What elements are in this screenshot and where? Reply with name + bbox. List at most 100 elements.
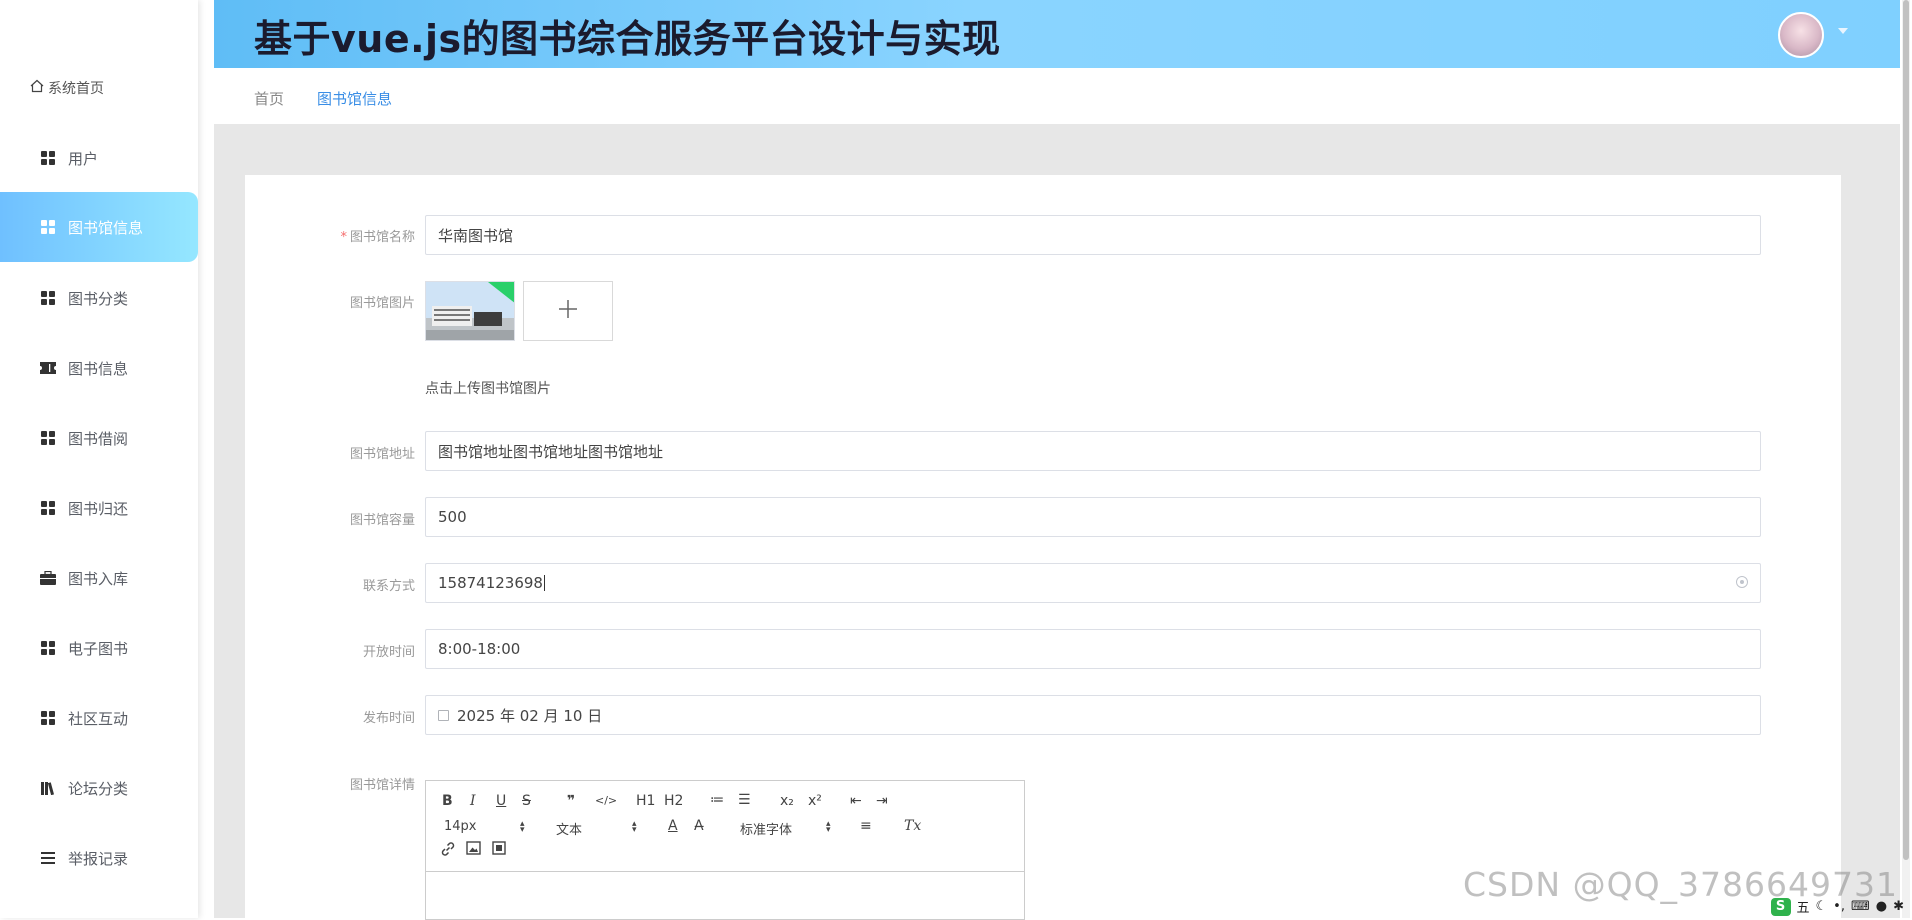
list-icon xyxy=(40,850,56,866)
ime-logo-icon: S xyxy=(1770,897,1791,916)
clear-icon[interactable] xyxy=(1736,576,1748,588)
sidebar-item-book-return[interactable]: 图书归还 xyxy=(0,473,198,543)
ordered-list-button[interactable]: ≔ xyxy=(710,792,724,808)
outdent-button[interactable]: ⇤ xyxy=(850,793,862,809)
breadcrumb-home[interactable]: 首页 xyxy=(254,88,284,109)
format-picker[interactable]: 文本 xyxy=(556,819,582,838)
sidebar-item-library-info[interactable]: 图书馆信息 xyxy=(0,192,198,262)
code-block-button[interactable]: </> xyxy=(595,794,617,807)
clear-format-button[interactable]: Tx xyxy=(904,818,921,834)
sidebar-item-label: 论坛分类 xyxy=(68,779,129,798)
strikethrough-button[interactable]: S xyxy=(522,793,531,809)
page-scrollbar[interactable] xyxy=(1902,0,1910,918)
superscript-button[interactable]: x² xyxy=(808,793,822,809)
sidebar-item-forum-category[interactable]: 论坛分类 xyxy=(0,753,198,823)
sidebar-item-label: 社区互动 xyxy=(68,709,129,728)
contact-input[interactable]: 15874123698 xyxy=(425,563,1761,603)
updown-arrows-icon: ▴ ▾ xyxy=(520,819,525,835)
grid-icon xyxy=(40,710,56,726)
books-icon xyxy=(40,780,56,796)
sidebar-item-ebooks[interactable]: 电子图书 xyxy=(0,613,198,683)
sidebar-item-book-category[interactable]: 图书分类 xyxy=(0,263,198,333)
sidebar: 系统首页 用户 图书馆信息 图书分类 图书信息 图书借阅 图书归还 图书入库 电… xyxy=(0,0,198,918)
library-image-thumbnail[interactable] xyxy=(425,281,515,341)
updown-arrows-icon: ▴ ▾ xyxy=(826,819,831,835)
ticket-icon xyxy=(40,360,56,376)
header1-button[interactable]: H1 xyxy=(636,793,655,809)
ime-toolbar[interactable]: S 五 ☾ •, ⌨ ● ✱ xyxy=(1770,897,1904,916)
required-marker: * xyxy=(340,230,347,245)
calendar-icon xyxy=(438,709,449,721)
grid-icon xyxy=(40,640,56,656)
publish-time-picker[interactable]: 2025 年 02 月 10 日 xyxy=(425,695,1761,735)
opening-hours-input[interactable]: 8:00-18:00 xyxy=(425,629,1761,669)
subscript-button[interactable]: x₂ xyxy=(780,793,794,809)
sidebar-item-label: 图书信息 xyxy=(68,359,129,378)
sidebar-item-label: 系统首页 xyxy=(48,81,104,97)
moon-icon: ☾ xyxy=(1815,899,1828,914)
sidebar-item-community[interactable]: 社区互动 xyxy=(0,683,198,753)
sidebar-item-users[interactable]: 用户 xyxy=(0,123,198,193)
chevron-down-icon[interactable] xyxy=(1838,28,1848,34)
library-capacity-label: 图书馆容量 xyxy=(349,513,415,528)
video-icon[interactable] xyxy=(492,841,506,859)
grid-icon xyxy=(40,290,56,306)
sidebar-item-label: 图书借阅 xyxy=(68,429,129,448)
breadcrumb: 首页 图书馆信息 xyxy=(214,68,1900,124)
grid-icon xyxy=(40,430,56,446)
bold-button[interactable]: B xyxy=(442,793,453,809)
image-icon[interactable] xyxy=(466,841,481,859)
link-icon[interactable] xyxy=(440,841,456,861)
library-details-label: 图书馆详情 xyxy=(349,778,415,793)
library-capacity-input[interactable]: 500 xyxy=(425,497,1761,537)
sidebar-item-home[interactable]: 系统首页 xyxy=(30,76,104,100)
sidebar-item-label: 电子图书 xyxy=(68,639,129,658)
grid-icon xyxy=(40,500,56,516)
library-name-input[interactable]: 华南图书馆 xyxy=(425,215,1761,255)
keyboard-icon: ⌨ xyxy=(1850,899,1870,914)
library-address-input[interactable]: 图书馆地址图书馆地址图书馆地址 xyxy=(425,431,1761,471)
bullet-list-button[interactable]: ☰ xyxy=(738,792,751,808)
briefcase-icon xyxy=(40,570,56,586)
sidebar-item-report-records[interactable]: 举报记录 xyxy=(0,823,198,893)
ime-mode-label: 五 xyxy=(1796,901,1810,916)
italic-button[interactable]: I xyxy=(470,793,476,809)
text-cursor xyxy=(543,575,545,591)
sidebar-item-label: 举报记录 xyxy=(68,849,129,868)
library-image-label: 图书馆图片 xyxy=(349,296,415,311)
font-size-picker[interactable]: 14px xyxy=(444,819,477,834)
user-icon: ● xyxy=(1875,899,1888,914)
font-family-picker[interactable]: 标准字体 xyxy=(740,819,792,838)
sidebar-item-label: 图书归还 xyxy=(68,499,129,518)
grid-icon xyxy=(40,150,56,166)
header2-button[interactable]: H2 xyxy=(664,793,683,809)
plus-icon xyxy=(557,298,579,324)
avatar[interactable] xyxy=(1778,12,1824,58)
sidebar-item-label: 图书分类 xyxy=(68,289,129,308)
rich-text-editor[interactable]: B I U S ❞ </> H1 H2 ≔ ☰ x₂ x² ⇤ ⇥ 14px ▴… xyxy=(425,780,1025,920)
sidebar-item-book-borrow[interactable]: 图书借阅 xyxy=(0,403,198,473)
upload-image-button[interactable] xyxy=(523,281,613,341)
contact-label: 联系方式 xyxy=(362,579,415,594)
opening-hours-label: 开放时间 xyxy=(362,645,415,660)
home-icon xyxy=(30,79,44,97)
font-color-button[interactable]: A xyxy=(668,818,678,834)
sidebar-item-book-info[interactable]: 图书信息 xyxy=(0,333,198,403)
background-color-button[interactable]: A̶ xyxy=(694,818,704,834)
grid-icon xyxy=(40,219,56,235)
publish-time-label: 发布时间 xyxy=(362,711,415,726)
upload-hint: 点击上传图书馆图片 xyxy=(425,381,551,397)
sidebar-item-label: 图书馆信息 xyxy=(68,218,144,237)
editor-toolbar: B I U S ❞ </> H1 H2 ≔ ☰ x₂ x² ⇤ ⇥ 14px ▴… xyxy=(426,781,1024,872)
library-address-label: 图书馆地址 xyxy=(349,447,415,462)
scrollbar-thumb[interactable] xyxy=(1903,0,1909,860)
align-button[interactable]: ≡ xyxy=(860,818,872,834)
library-name-label: * 图书馆名称 xyxy=(340,230,415,245)
settings-icon: ✱ xyxy=(1893,899,1904,914)
sidebar-item-label: 图书入库 xyxy=(68,569,129,588)
sidebar-item-book-stock-in[interactable]: 图书入库 xyxy=(0,543,198,613)
underline-button[interactable]: U xyxy=(496,793,506,809)
updown-arrows-icon: ▴ ▾ xyxy=(632,819,637,835)
blockquote-button[interactable]: ❞ xyxy=(567,793,575,809)
indent-button[interactable]: ⇥ xyxy=(876,793,888,809)
